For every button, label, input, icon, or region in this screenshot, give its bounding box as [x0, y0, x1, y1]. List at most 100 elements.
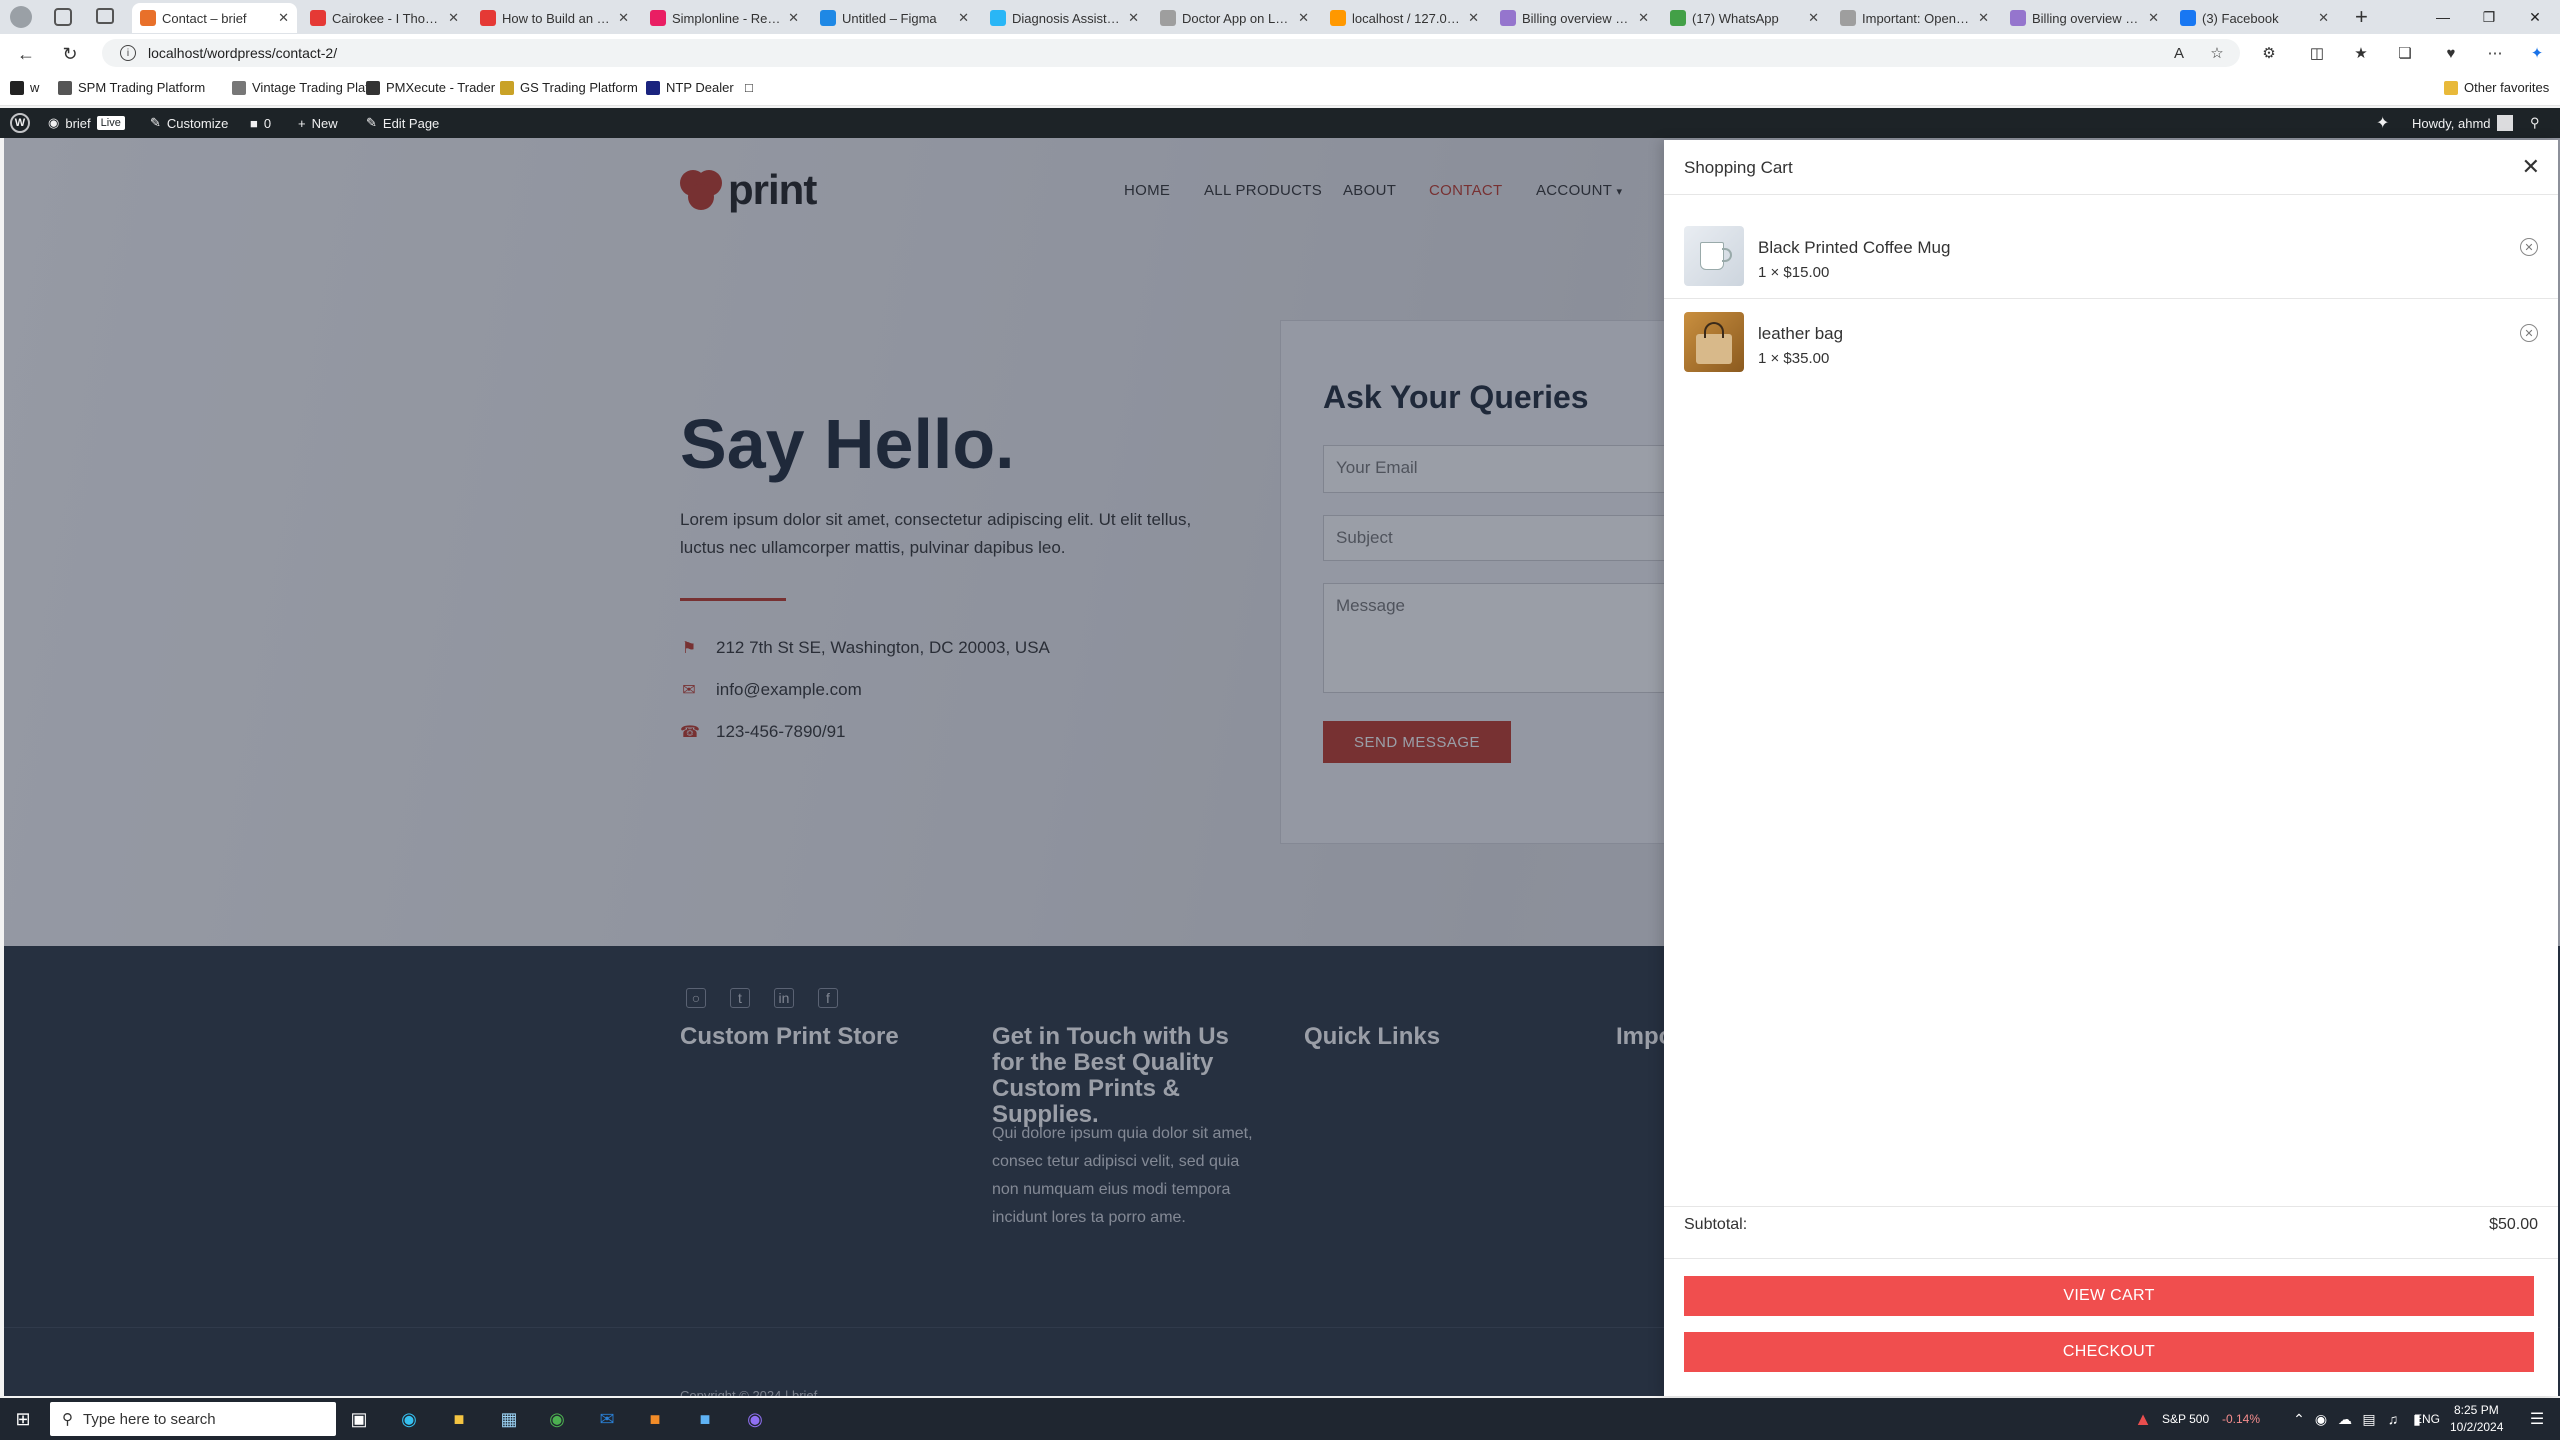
subtotal-value: $50.00 [2489, 1216, 2538, 1233]
tab-favicon-icon [1500, 10, 1516, 26]
bag-shape [1696, 334, 1732, 364]
checkout-button[interactable]: CHECKOUT [1684, 1332, 2534, 1372]
task-view-icon[interactable]: ▣ [344, 1404, 374, 1434]
notifications-icon[interactable]: ☰ [2522, 1404, 2552, 1434]
restore-button[interactable]: ❐ [2466, 0, 2512, 34]
cart-title: Shopping Cart [1684, 158, 1793, 177]
close-tab-icon[interactable]: ✕ [958, 10, 969, 26]
profile-icon[interactable] [10, 6, 32, 28]
favorite-link[interactable]: NTP Dealer [646, 80, 734, 95]
close-tab-icon[interactable]: ✕ [1128, 10, 1139, 26]
remove-item-icon[interactable]: ✕ [2520, 238, 2538, 256]
favorites-bar: w SPM Trading Platform Vintage Trading Pla… [0, 72, 2560, 106]
close-tab-icon[interactable]: ✕ [2148, 10, 2159, 26]
mug-thumbnail[interactable] [1684, 226, 1744, 286]
favorite-link[interactable]: PMXecute - Trader [366, 80, 495, 95]
workspaces-icon[interactable] [54, 8, 72, 26]
settings-menu-icon[interactable]: ⋯ [2484, 42, 2506, 64]
collections-icon[interactable]: ❏ [2394, 42, 2416, 64]
other-favorites[interactable]: Other favorites [2444, 80, 2549, 95]
close-tab-icon[interactable]: ✕ [1298, 10, 1309, 26]
browser-tab[interactable]: Diagnosis Assistant ✕ [982, 3, 1147, 33]
cart-item-divider [1664, 298, 2558, 299]
wp-customize-link[interactable]: ✎ Customize [150, 108, 228, 138]
copilot-icon[interactable]: ✦ [2526, 42, 2548, 64]
sparkle-icon[interactable]: ✦ [2376, 108, 2389, 138]
browser-tab[interactable]: Billing overview - O ✕ [1492, 3, 1657, 33]
favorite-site-icon [646, 80, 660, 95]
favorite-link[interactable]: Vintage Trading Plat... [232, 80, 380, 95]
language-indicator[interactable]: ENG [2414, 1412, 2440, 1426]
browser-tab[interactable]: Doctor App on Lara ✕ [1152, 3, 1317, 33]
close-window-button[interactable]: ✕ [2512, 0, 2558, 34]
taskbar-time[interactable]: 8:25 PM [2454, 1403, 2499, 1417]
browser-tab[interactable]: Important: OpenAI A ✕ [1832, 3, 1997, 33]
outlook-icon[interactable]: ✉ [592, 1404, 622, 1434]
windows-start-icon[interactable]: ⊞ [8, 1404, 38, 1434]
chrome-icon[interactable]: ◉ [542, 1404, 572, 1434]
cart-divider [1664, 194, 2558, 195]
wp-new-link[interactable]: + New [298, 108, 338, 138]
cart-item-name[interactable]: leather bag [1758, 324, 1843, 344]
wp-edit-page-link[interactable]: ✎ Edit Page [366, 108, 439, 138]
view-cart-button[interactable]: VIEW CART [1684, 1276, 2534, 1316]
site-info-icon[interactable]: i [120, 45, 136, 61]
wp-howdy-link[interactable]: Howdy, ahmd [2412, 108, 2513, 138]
tab-favicon-icon [650, 10, 666, 26]
wp-search-icon[interactable]: ⚲ [2530, 108, 2540, 138]
wp-site-link[interactable]: ◉ brief Live [48, 108, 125, 138]
wp-comments-link[interactable]: ■ 0 [250, 108, 271, 138]
browser-tab[interactable]: (17) WhatsApp ✕ [1662, 3, 1827, 33]
close-tab-icon[interactable]: ✕ [448, 10, 459, 26]
favorite-link[interactable]: GS Trading Platform [500, 80, 638, 95]
close-tab-icon[interactable]: ✕ [1808, 10, 1819, 26]
refresh-icon[interactable]: ↻ [58, 42, 82, 66]
browser-tab[interactable]: Untitled – Figma ✕ [812, 3, 977, 33]
sublime-icon[interactable]: ■ [640, 1404, 670, 1434]
avatar [2496, 115, 2513, 131]
remove-item-icon[interactable]: ✕ [2520, 324, 2538, 342]
close-tab-icon[interactable]: ✕ [1638, 10, 1649, 26]
favorites-icon[interactable]: ★ [2350, 42, 2372, 64]
url-input[interactable]: i localhost/wordpress/contact-2/ [102, 39, 2240, 67]
chat-app-icon[interactable]: ◉ [740, 1404, 770, 1434]
cart-item-name[interactable]: Black Printed Coffee Mug [1758, 238, 1950, 258]
browser-essentials-icon[interactable]: ♥ [2440, 42, 2462, 64]
browser-tab[interactable]: Cairokee - I Thought ✕ [302, 3, 467, 33]
close-tab-icon[interactable]: ✕ [1978, 10, 1989, 26]
close-tab-icon[interactable]: ✕ [1468, 10, 1479, 26]
favorite-link[interactable]: SPM Trading Platform [58, 80, 205, 95]
extensions-icon[interactable]: ⚙ [2258, 42, 2280, 64]
browser-tab[interactable]: Simplonline - Review ✕ [642, 3, 807, 33]
close-icon[interactable]: ✕ [2522, 154, 2540, 180]
read-aloud-icon[interactable]: A [2168, 42, 2190, 64]
file-explorer-icon[interactable]: ■ [444, 1404, 474, 1434]
browser-tab[interactable]: localhost / 127.0.0.1 ✕ [1322, 3, 1487, 33]
close-tab-icon[interactable]: ✕ [788, 10, 799, 26]
taskbar-date[interactable]: 10/2/2024 [2450, 1420, 2503, 1434]
bag-thumbnail[interactable] [1684, 312, 1744, 372]
tab-actions-icon[interactable] [96, 8, 114, 24]
wordpress-logo-icon[interactable]: W [10, 108, 30, 138]
vscode-icon[interactable]: ■ [690, 1404, 720, 1434]
browser-tab[interactable]: (3) Facebook ✕ [2172, 3, 2337, 33]
browser-tab[interactable]: Contact – brief ✕ [132, 3, 297, 33]
split-screen-icon[interactable]: ◫ [2306, 42, 2328, 64]
stock-name[interactable]: S&P 500 [2162, 1412, 2209, 1426]
close-tab-icon[interactable]: ✕ [2318, 10, 2329, 26]
favorite-link[interactable]: w [10, 80, 39, 95]
taskbar-search-input[interactable]: ⚲ Type here to search [50, 1402, 336, 1436]
close-tab-icon[interactable]: ✕ [278, 10, 289, 26]
browser-tab[interactable]: How to Build an E-C ✕ [472, 3, 637, 33]
browser-tab[interactable]: Billing overview - O ✕ [2002, 3, 2167, 33]
favorite-star-icon[interactable]: ☆ [2206, 42, 2228, 64]
store-icon[interactable]: ▦ [494, 1404, 524, 1434]
stock-chart-icon[interactable]: ▲ [2128, 1404, 2158, 1434]
plus-icon: + [298, 115, 306, 131]
minimize-button[interactable]: — [2420, 0, 2466, 34]
new-tab-button[interactable]: + [2355, 4, 2368, 30]
back-icon[interactable]: ← [14, 42, 38, 66]
close-tab-icon[interactable]: ✕ [618, 10, 629, 26]
edge-icon[interactable]: ◉ [394, 1404, 424, 1434]
favorites-page-icon[interactable]: □ [745, 80, 753, 95]
